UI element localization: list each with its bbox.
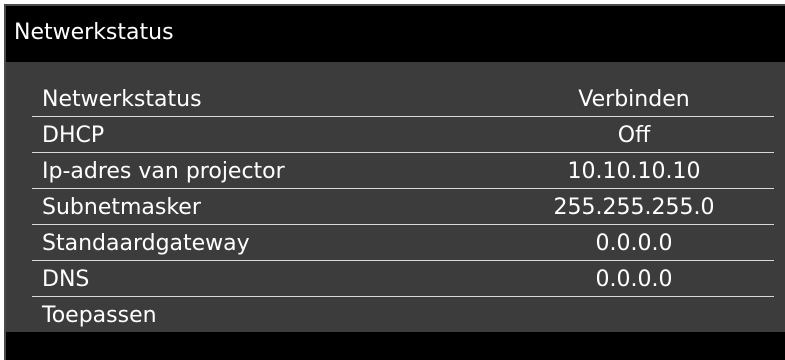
row-network-status[interactable]: Netwerkstatus Verbinden	[32, 82, 774, 117]
row-separator	[32, 188, 774, 189]
row-separator	[32, 260, 774, 261]
row-label-default-gateway: Standaardgateway	[42, 231, 250, 256]
row-dns[interactable]: DNS 0.0.0.0	[32, 262, 774, 297]
row-separator	[32, 116, 774, 117]
row-value-network-status: Verbinden	[578, 87, 690, 112]
menu-footer	[6, 332, 785, 360]
network-status-osd: Netwerkstatus Netwerkstatus Verbinden DH…	[4, 4, 785, 360]
menu-title: Netwerkstatus	[6, 6, 785, 60]
row-subnet-mask[interactable]: Subnetmasker 255.255.255.0	[32, 190, 774, 225]
row-label-dns: DNS	[42, 267, 90, 292]
row-value-dhcp: Off	[617, 123, 651, 148]
row-ip-address[interactable]: Ip-adres van projector 10.10.10.10	[32, 154, 774, 189]
row-separator	[32, 152, 774, 153]
row-value-dns: 0.0.0.0	[595, 267, 673, 292]
settings-panel: Netwerkstatus Verbinden DHCP Off Ip-adre…	[6, 62, 785, 332]
row-default-gateway[interactable]: Standaardgateway 0.0.0.0	[32, 226, 774, 261]
row-separator	[32, 296, 774, 297]
apply-button-label: Toepassen	[42, 303, 157, 328]
row-label-ip-address: Ip-adres van projector	[42, 159, 285, 184]
row-separator	[32, 224, 774, 225]
row-label-dhcp: DHCP	[42, 123, 105, 148]
row-label-network-status: Netwerkstatus	[42, 87, 202, 112]
apply-button[interactable]: Toepassen	[32, 298, 774, 333]
row-value-ip-address: 10.10.10.10	[567, 159, 701, 184]
row-dhcp[interactable]: DHCP Off	[32, 118, 774, 153]
row-value-default-gateway: 0.0.0.0	[595, 231, 673, 256]
row-value-subnet-mask: 255.255.255.0	[553, 195, 715, 220]
row-label-subnet-mask: Subnetmasker	[42, 195, 201, 220]
